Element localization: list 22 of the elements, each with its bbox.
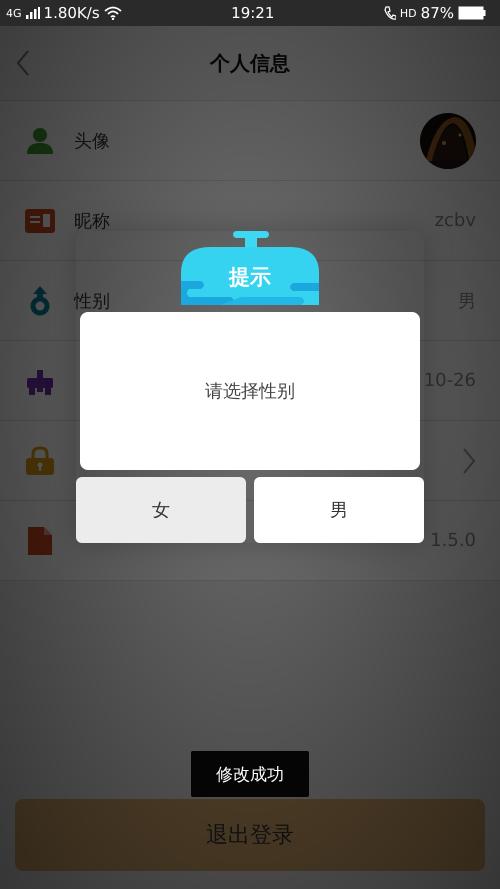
dialog-message: 请选择性别 [80,312,420,470]
signal-icon [26,7,40,19]
battery-icon [458,6,486,20]
clock: 19:21 [231,4,274,22]
document-icon [25,526,55,556]
wifi-icon [104,6,122,20]
dialog-title: 提示 [228,264,272,291]
settings-row[interactable]: 头像 [0,101,500,181]
lock-icon [25,446,55,476]
person-icon [25,126,55,156]
dialog-button[interactable]: 女 [76,477,246,543]
phone-icon [384,6,396,20]
page-title: 个人信息 [210,50,290,76]
dialog-button[interactable]: 男 [254,477,424,543]
hd-label: HD [400,6,417,20]
network-speed: 1.80K/s [44,4,100,22]
toast-message: 修改成功 [191,751,309,797]
back-button[interactable] [16,50,30,76]
battery-percent: 87% [420,4,454,22]
network-type: 4G [6,6,22,20]
chevron-right-icon [462,448,476,474]
back-icon [16,50,30,76]
